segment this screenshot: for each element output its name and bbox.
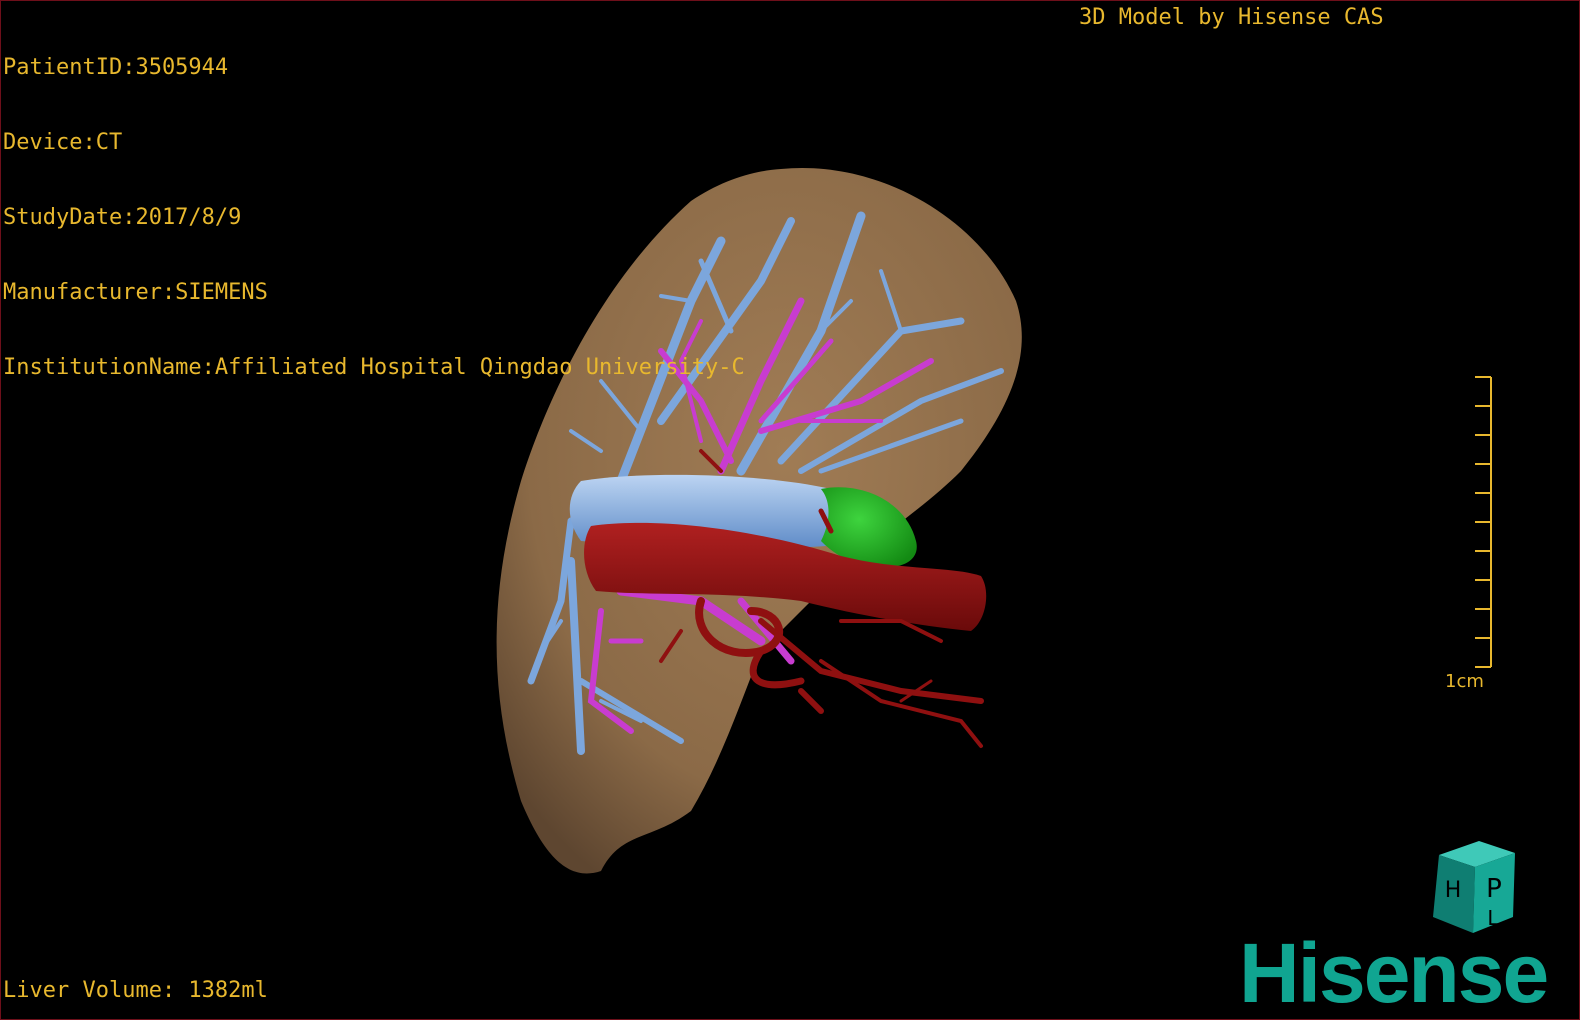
study-date: StudyDate:2017/8/9 (3, 205, 242, 230)
cube-face-h: H (1445, 878, 1462, 903)
patient-info-overlay: PatientID:3505944 Device:CT StudyDate:20… (3, 5, 745, 430)
patient-id: PatientID:3505944 (3, 55, 229, 80)
institution-name: InstitutionName:Affiliated Hospital Qing… (3, 355, 745, 380)
scale-label: 1cm (1445, 671, 1484, 692)
model-credit: 3D Model by Hisense CAS (1079, 5, 1384, 30)
cube-face-p: P (1486, 874, 1502, 904)
liver-volume: Liver Volume: 1382ml (3, 978, 268, 1003)
hisense-logo: Hisense (1239, 926, 1549, 1020)
orientation-cube-icon[interactable]: P H L (1419, 837, 1523, 937)
device: Device:CT (3, 130, 123, 155)
scale-bar (1475, 376, 1492, 668)
manufacturer: Manufacturer:SIEMENS (3, 280, 268, 305)
3d-viewport[interactable]: PatientID:3505944 Device:CT StudyDate:20… (0, 0, 1580, 1020)
